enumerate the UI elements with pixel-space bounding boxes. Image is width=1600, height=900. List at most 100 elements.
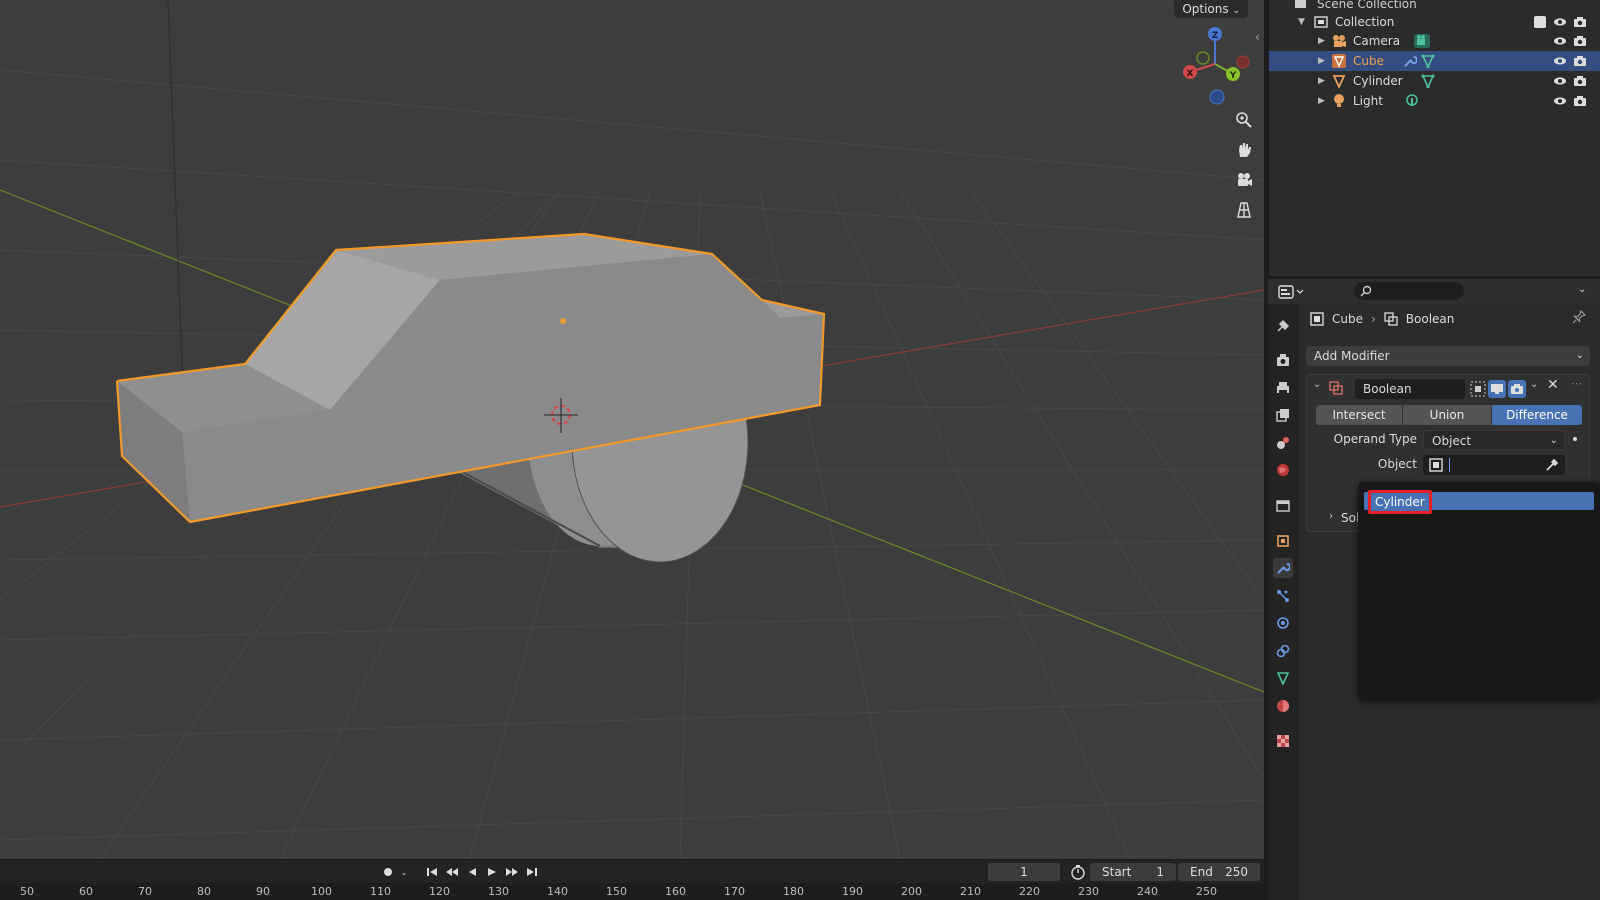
ruler-tick: 210	[960, 885, 981, 898]
expand-arrow-icon[interactable]: ▼	[1298, 17, 1305, 27]
prev-keyframe-icon[interactable]	[444, 864, 460, 880]
render-camera-icon[interactable]	[1574, 35, 1586, 47]
tab-collection[interactable]	[1273, 496, 1293, 516]
next-keyframe-icon[interactable]	[504, 864, 520, 880]
popup-item-cylinder[interactable]: Cylinder	[1364, 490, 1594, 514]
drag-handle-icon[interactable]: ⋯	[1571, 377, 1582, 390]
eye-icon[interactable]	[1554, 55, 1566, 67]
operation-union-button[interactable]: Union	[1403, 405, 1491, 425]
pan-hand-icon[interactable]	[1231, 137, 1257, 163]
expand-arrow-icon[interactable]: ▶	[1318, 36, 1325, 46]
chevron-down-icon[interactable]: ⌄	[1578, 284, 1586, 295]
chevron-right-icon[interactable]: ›	[1329, 511, 1333, 522]
perspective-grid-icon[interactable]	[1231, 197, 1257, 223]
3d-viewport[interactable]: Options ⌄ Z X Y ‹	[0, 0, 1264, 859]
play-icon[interactable]	[484, 864, 500, 880]
modifier-name-input[interactable]: Boolean	[1355, 379, 1465, 399]
start-label: Start	[1102, 865, 1132, 879]
tab-view-layer[interactable]	[1273, 405, 1293, 425]
outliner-item-label: Cylinder	[1353, 74, 1403, 88]
tab-object[interactable]	[1273, 531, 1293, 551]
wrench-icon	[1277, 562, 1290, 574]
pin-icon[interactable]	[1572, 310, 1586, 324]
navigation-gizmo[interactable]: Z X Y	[1175, 22, 1255, 112]
collapse-sidebar-icon[interactable]: ‹	[1255, 30, 1260, 44]
animate-property-icon[interactable]	[1573, 437, 1577, 441]
chevron-down-icon[interactable]: ⌄	[396, 864, 412, 880]
jump-end-icon[interactable]	[524, 864, 540, 880]
intersect-label: Intersect	[1332, 408, 1386, 422]
outliner-item-cube[interactable]: ▶ Cube	[1269, 51, 1600, 71]
eye-icon[interactable]	[1554, 75, 1566, 87]
camera-data-icon	[1414, 34, 1430, 48]
editor-type-icon[interactable]	[1278, 284, 1304, 300]
add-modifier-dropdown[interactable]: Add Modifier ⌄	[1306, 346, 1590, 366]
collection-checkbox[interactable]	[1534, 16, 1546, 28]
options-dropdown[interactable]: Options ⌄	[1174, 0, 1248, 18]
expand-arrow-icon[interactable]: ▶	[1318, 96, 1325, 106]
object-search-field[interactable]	[1423, 455, 1565, 475]
operand-type-label: Operand Type	[1333, 432, 1417, 446]
play-reverse-icon[interactable]	[464, 864, 480, 880]
operation-intersect-button[interactable]: Intersect	[1316, 405, 1402, 425]
camera-view-icon[interactable]	[1231, 167, 1257, 193]
start-frame-field[interactable]: Start 1	[1090, 863, 1176, 881]
eyedropper-icon[interactable]	[1545, 458, 1559, 472]
render-toggle[interactable]	[1508, 380, 1526, 398]
texture-icon	[1277, 735, 1289, 747]
render-camera-icon[interactable]	[1574, 16, 1586, 28]
tab-data[interactable]	[1273, 668, 1293, 688]
current-frame-value: 1	[1020, 865, 1028, 879]
properties-search-input[interactable]	[1354, 282, 1464, 300]
render-camera-icon[interactable]	[1574, 75, 1586, 87]
outliner-item-camera[interactable]: ▶ Camera	[1269, 31, 1600, 51]
tab-output[interactable]	[1273, 378, 1293, 398]
search-icon	[1360, 285, 1372, 297]
tab-texture[interactable]	[1273, 731, 1293, 751]
record-icon[interactable]	[380, 864, 396, 880]
mesh-data-icon	[1421, 54, 1435, 68]
ruler-tick: 140	[547, 885, 568, 898]
wrench-modifier-icon	[1404, 56, 1417, 67]
render-camera-icon[interactable]	[1574, 95, 1586, 107]
tab-constraints[interactable]	[1273, 641, 1293, 661]
outliner-collection-row[interactable]: ▼ Collection	[1269, 12, 1600, 32]
outliner-item-light[interactable]: ▶ Light	[1269, 91, 1600, 111]
jump-start-icon[interactable]	[424, 864, 440, 880]
stopwatch-icon[interactable]	[1070, 864, 1086, 880]
tab-physics[interactable]	[1273, 613, 1293, 633]
tab-world[interactable]	[1273, 460, 1293, 480]
expand-arrow-icon[interactable]: ▶	[1318, 56, 1325, 66]
zoom-icon[interactable]	[1231, 107, 1257, 133]
viewport-display-toggle[interactable]	[1488, 380, 1506, 398]
ruler-tick: 220	[1019, 885, 1040, 898]
operation-difference-button[interactable]: Difference	[1492, 405, 1582, 425]
outliner-item-cylinder[interactable]: ▶ Cylinder	[1269, 71, 1600, 91]
collapse-chevron-icon[interactable]: ⌄	[1313, 379, 1321, 390]
ruler-tick: 70	[138, 885, 152, 898]
ruler-tick: 130	[488, 885, 509, 898]
tab-modifiers[interactable]	[1273, 558, 1293, 578]
current-frame-field[interactable]: 1	[988, 863, 1060, 881]
tab-particles[interactable]	[1273, 586, 1293, 606]
eye-icon[interactable]	[1554, 16, 1566, 28]
end-value: 250	[1225, 865, 1248, 879]
expand-arrow-icon[interactable]: ▶	[1318, 76, 1325, 86]
render-camera-icon[interactable]	[1574, 55, 1586, 67]
edit-mode-toggle-icon[interactable]	[1470, 381, 1486, 397]
outliner-panel: Scene Collection ▼ Collection ▶ Camera ▶…	[1268, 0, 1600, 276]
end-frame-field[interactable]: End 250	[1178, 863, 1260, 881]
tab-scene[interactable]	[1273, 433, 1293, 453]
world-icon	[1277, 464, 1289, 476]
chevron-down-icon[interactable]: ⌄	[1530, 379, 1538, 390]
operand-type-dropdown[interactable]: Object ⌄	[1423, 430, 1565, 450]
timeline-ruler[interactable]: 50 60 70 80 90 100 110 120 130 140 150 1…	[0, 883, 1264, 900]
popup-item-label[interactable]: Cylinder	[1368, 490, 1432, 514]
eye-icon[interactable]	[1554, 35, 1566, 47]
tab-tool[interactable]	[1273, 316, 1293, 336]
close-icon[interactable]: ✕	[1547, 377, 1559, 393]
tab-render[interactable]	[1273, 350, 1293, 370]
options-label: Options	[1182, 2, 1229, 16]
eye-icon[interactable]	[1554, 95, 1566, 107]
tab-material[interactable]	[1273, 696, 1293, 716]
